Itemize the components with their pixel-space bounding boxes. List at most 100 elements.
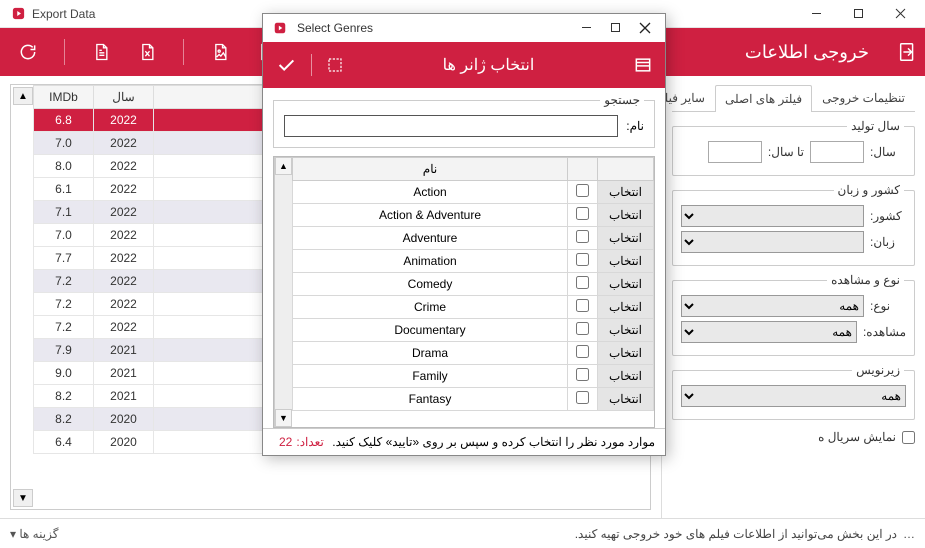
genre-checkbox[interactable] (576, 276, 589, 289)
genre-row: انتخاب Crime (293, 296, 654, 319)
genre-name: Animation (293, 250, 568, 273)
subtitle-group: زیرنویس همه (672, 370, 915, 420)
maximize-button[interactable] (837, 0, 879, 27)
genre-name: Action & Adventure (293, 204, 568, 227)
type-view-group: نوع و مشاهده نوع: همه مشاهده: همه (672, 280, 915, 356)
genre-select-button[interactable]: انتخاب (598, 296, 654, 319)
genre-checkbox[interactable] (576, 253, 589, 266)
tab-settings[interactable]: تنظیمات خروجی (812, 84, 915, 111)
scroll-up-icon[interactable]: ▲ (275, 157, 292, 175)
genre-row: انتخابDocumentary (293, 319, 654, 342)
app-icon (10, 6, 26, 22)
export-excel-icon[interactable] (137, 42, 157, 62)
dialog-minimize-button[interactable] (581, 22, 592, 34)
minimize-button[interactable] (795, 0, 837, 27)
year-to-label: تا سال: (768, 145, 804, 159)
genre-name: Crime (293, 296, 568, 319)
genre-row: انتخاب Adventure (293, 227, 654, 250)
genre-name: Comedy (293, 273, 568, 296)
col-imdb[interactable]: IMDb (34, 86, 94, 109)
genre-select-button[interactable]: انتخاب (598, 204, 654, 227)
genre-checkbox[interactable] (576, 391, 589, 404)
genre-name: Adventure (293, 227, 568, 250)
genre-checkbox[interactable] (576, 184, 589, 197)
confirm-button[interactable] (275, 54, 297, 76)
genre-checkbox[interactable] (576, 299, 589, 312)
genre-row: انتخاب Fantasy (293, 388, 654, 411)
type-view-legend: نوع و مشاهده (827, 273, 904, 287)
genre-row: انتخاب Animation (293, 250, 654, 273)
search-input[interactable] (284, 115, 618, 137)
export-doc-icon[interactable] (91, 42, 111, 62)
dialog-app-icon (273, 21, 287, 35)
dialog-close-button[interactable] (639, 22, 651, 34)
year-group: سال تولید سال: تا سال: (672, 126, 915, 176)
genre-name: Action (293, 181, 568, 204)
col-check (568, 158, 598, 181)
genre-row: انتخاب Comedy (293, 273, 654, 296)
year-from-input[interactable] (810, 141, 864, 163)
list-icon (633, 55, 653, 75)
language-select[interactable] (681, 231, 864, 253)
country-label: کشور: (870, 209, 906, 223)
year-to-input[interactable] (708, 141, 762, 163)
dialog-hint: موارد مورد نظر را انتخاب کرده و سپس بر ر… (332, 435, 655, 449)
genre-checkbox[interactable] (576, 368, 589, 381)
country-lang-group: کشور و زبان کشور: زبان: (672, 190, 915, 266)
genre-scrollbar[interactable]: ▲ ▼ (274, 157, 292, 427)
dialog-header: انتخاب ژانر ها (263, 42, 665, 88)
genre-select-button[interactable]: انتخاب (598, 388, 654, 411)
type-label: نوع: (870, 299, 906, 313)
genre-checkbox[interactable] (576, 322, 589, 335)
search-group: جستجو نام: (273, 100, 655, 148)
scroll-up-button[interactable]: ▲ (13, 87, 33, 105)
col-year[interactable]: سال (94, 86, 154, 109)
search-label: نام: (626, 119, 644, 133)
dialog-titlebar: Select Genres (263, 14, 665, 42)
genre-select-button[interactable]: انتخاب (598, 319, 654, 342)
close-button[interactable] (879, 0, 921, 27)
col-genre-name: نام (293, 158, 568, 181)
type-select[interactable]: همه (681, 295, 864, 317)
count-label: تعداد: (296, 435, 323, 449)
scroll-down-button[interactable]: ▼ (13, 489, 33, 507)
genre-select-button[interactable]: انتخاب (598, 365, 654, 388)
country-select[interactable] (681, 205, 864, 227)
show-series-checkbox[interactable] (902, 431, 915, 444)
window-title: Export Data (32, 7, 95, 21)
scroll-down-icon[interactable]: ▼ (275, 409, 292, 427)
genre-select-button[interactable]: انتخاب (598, 181, 654, 204)
dialog-header-title: انتخاب ژانر ها (443, 55, 535, 75)
tab-main-filters[interactable]: فیلتر های اصلی (715, 85, 812, 112)
language-label: زبان: (870, 235, 906, 249)
options-menu[interactable]: گزینه ها ▾ (10, 527, 58, 541)
subtitle-select[interactable]: همه (681, 385, 906, 407)
country-lang-legend: کشور و زبان (834, 183, 904, 197)
dialog-maximize-button[interactable] (610, 22, 621, 34)
genre-select-button[interactable]: انتخاب (598, 273, 654, 296)
view-label: مشاهده: (863, 325, 906, 339)
genre-name: Family (293, 365, 568, 388)
export-image-icon[interactable] (210, 42, 230, 62)
filter-panel: تنظیمات خروجی فیلتر های اصلی سایر فیلتر … (661, 76, 925, 518)
genre-select-button[interactable]: انتخاب (598, 250, 654, 273)
show-series-label: نمایش سریال ه (818, 430, 896, 444)
status-bar: … در این بخش می‌توانید از اطلاعات فیلم ه… (0, 518, 925, 548)
select-all-button[interactable] (326, 56, 344, 74)
genre-row: انتخاب Family (293, 365, 654, 388)
genre-row: انتخابDrama (293, 342, 654, 365)
year-from-label: سال: (870, 145, 906, 159)
genre-select-button[interactable]: انتخاب (598, 227, 654, 250)
export-icon (897, 41, 919, 63)
select-genres-dialog: Select Genres انتخاب ژانر ها جستجو نام: (262, 13, 666, 456)
count-value: 22 (279, 435, 292, 449)
genre-checkbox[interactable] (576, 207, 589, 220)
refresh-icon[interactable] (18, 42, 38, 62)
genre-checkbox[interactable] (576, 345, 589, 358)
genre-select-button[interactable]: انتخاب (598, 342, 654, 365)
genre-name: Fantasy (293, 388, 568, 411)
genre-list: نام انتخاب Action انتخاب Action & Adventure… (273, 156, 655, 428)
view-select[interactable]: همه (681, 321, 857, 343)
genre-checkbox[interactable] (576, 230, 589, 243)
page-title: خروجی اطلاعات (745, 42, 869, 63)
